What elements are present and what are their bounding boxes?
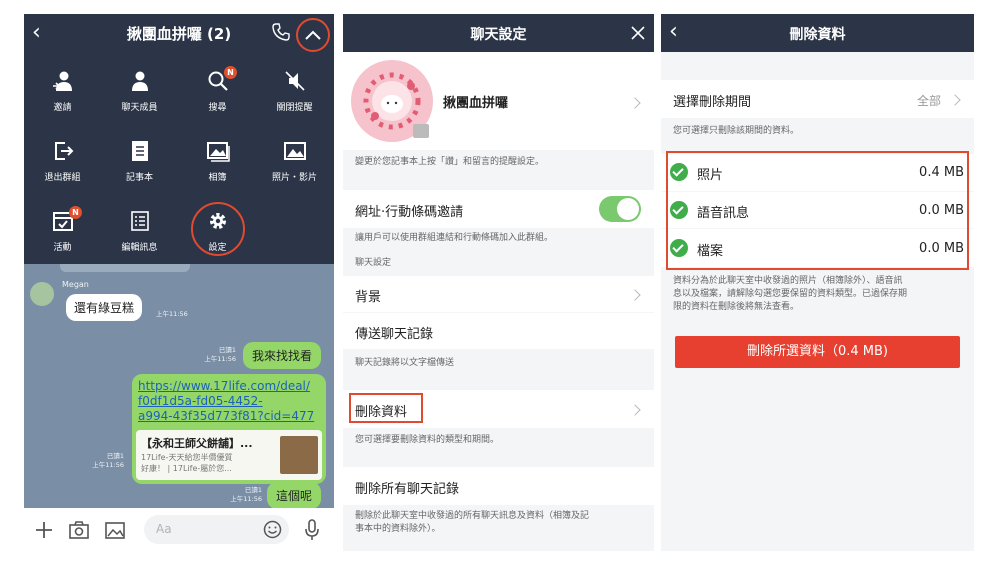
outgoing-message[interactable]: 這個呢	[267, 482, 322, 509]
avatar[interactable]	[30, 282, 54, 306]
settings-header: 聊天設定	[343, 14, 654, 52]
page-title: 刪除資料	[789, 27, 846, 43]
group-avatar[interactable]	[351, 60, 433, 142]
background-row[interactable]: 背景	[343, 276, 654, 312]
note-icon	[132, 141, 148, 161]
menu-item-notes[interactable]: 記事本	[101, 132, 178, 192]
link-preview-card[interactable]: 【永和王師父餅舖】... 17Life-天天給您半價優質 好康！ | 17Life…	[136, 430, 322, 480]
delete-data-screen: ‹ 刪除資料 選擇刪除期間 全部 您可選擇只刪除該期間的資料。 照片 0.4 M…	[661, 14, 974, 551]
menu-item-leave-group[interactable]: 退出群組	[24, 132, 101, 192]
menu-item-mute[interactable]: 關閉提醒	[256, 62, 333, 122]
photo-icon	[284, 142, 306, 160]
link-preview-message[interactable]: https://www.17life.com/deal/ f0df1d5a-fd…	[132, 374, 326, 484]
chat-messages: Megan 還有綠豆糕 上午11:56 已讀1 上午11:56 我來找找看 ht…	[24, 264, 334, 509]
delete-data-row[interactable]: 刪除資料	[343, 390, 654, 428]
read-receipt: 已讀1	[218, 346, 236, 354]
group-profile-row[interactable]: 揪團血拼囉	[343, 52, 654, 150]
background-label: 背景	[355, 290, 382, 305]
message-time: 上午11:56	[156, 310, 188, 318]
message-time: 上午11:56	[204, 355, 236, 363]
menu-item-invite[interactable]: 邀請	[24, 62, 101, 122]
highlight-circle	[191, 202, 245, 256]
deletion-period-row[interactable]: 選擇刪除期間 全部	[661, 80, 974, 118]
invite-icon	[53, 71, 72, 91]
card-title: 【永和王師父餅舖】...	[141, 437, 253, 450]
send-history-note: 聊天記錄將以文字檔傳送	[355, 358, 455, 368]
close-icon[interactable]	[631, 26, 645, 40]
chat-menu: 邀請 聊天成員 N 搜尋 關閉提醒 退出群組 記事本 相簿 照片・影片 N 活動…	[24, 52, 334, 264]
delete-all-note: 刪除於此聊天室中收發過的所有聊天訊息及資料（相簿及記 事本中的資料除外）。	[355, 511, 590, 534]
microphone-icon[interactable]	[303, 518, 321, 542]
card-description: 17Life-天天給您半價優質 好康！ | 17Life-屬於您...	[141, 453, 233, 473]
album-icon	[207, 142, 230, 162]
message-time: 上午11:56	[92, 461, 124, 469]
note-section: 變更於您記事本上按「讚」和留言的提醒設定。	[343, 150, 654, 190]
message-time: 上午11:56	[230, 495, 262, 503]
image-icon[interactable]	[104, 520, 126, 540]
menu-item-photos-videos[interactable]: 照片・影片	[256, 132, 333, 192]
menu-item-album[interactable]: 相簿	[179, 132, 256, 192]
sender-name: Megan	[62, 280, 89, 289]
outgoing-message[interactable]: 我來找找看	[243, 342, 322, 369]
mute-icon	[285, 71, 305, 91]
input-placeholder: Aa	[156, 522, 172, 536]
chevron-right-icon	[629, 289, 641, 301]
menu-item-edit-messages[interactable]: 編輯訊息	[101, 202, 178, 262]
send-history-row[interactable]: 傳送聊天記錄	[343, 313, 654, 349]
invite-toggle[interactable]	[599, 196, 641, 222]
shared-link[interactable]: https://www.17life.com/deal/ f0df1d5a-fd…	[138, 379, 314, 424]
card-thumbnail	[280, 436, 318, 474]
highlight-box	[666, 151, 969, 270]
invite-note: 讓用戶可以使用群組連結和行動條碼加入此群組。	[355, 233, 554, 243]
emoji-icon[interactable]	[263, 520, 282, 539]
section-header: 聊天設定	[355, 258, 392, 268]
deletion-period-value: 全部	[917, 94, 942, 108]
delete-data-note: 您可選擇要刪除資料的類型和期間。	[355, 435, 500, 445]
deletion-period-label: 選擇刪除期間	[673, 95, 752, 110]
notification-note: 變更於您記事本上按「讚」和留言的提醒設定。	[355, 157, 545, 167]
new-badge: N	[69, 206, 82, 219]
highlight-box	[349, 393, 423, 423]
read-receipt: 已讀1	[244, 486, 262, 494]
read-receipt: 已讀1	[106, 452, 124, 460]
phone-icon[interactable]	[271, 22, 291, 42]
message-input[interactable]: Aa	[144, 515, 289, 544]
send-history-label: 傳送聊天記錄	[355, 327, 434, 342]
chevron-up-icon	[305, 30, 321, 40]
url-qr-invite-label: 網址·行動條碼邀請	[355, 205, 464, 220]
menu-item-search[interactable]: N 搜尋	[179, 62, 256, 122]
menu-item-members[interactable]: 聊天成員	[101, 62, 178, 122]
chevron-right-icon	[629, 97, 641, 109]
members-icon	[132, 71, 148, 91]
url-qr-invite-row: 網址·行動條碼邀請	[343, 190, 654, 228]
chat-room-screen: ‹ 揪團血拼囉 (2) 邀請 聊天成員 N 搜尋 關閉提醒 退出群組 記事本 相…	[24, 14, 334, 551]
chat-settings-screen: 聊天設定 揪團血拼囉 變更於您記事本上按「讚」和留言的提醒設定。 網址·行動條碼…	[343, 14, 654, 551]
group-name: 揪團血拼囉	[443, 96, 509, 111]
chat-header: ‹ 揪團血拼囉 (2)	[24, 14, 334, 52]
incoming-message[interactable]: 還有綠豆糕	[66, 294, 143, 321]
edit-icon	[131, 211, 149, 231]
page-title: 聊天設定	[470, 27, 527, 43]
delete-all-history-row[interactable]: 刪除所有聊天記錄	[343, 467, 654, 505]
chevron-right-icon	[949, 94, 961, 106]
period-note: 您可選擇只刪除該期間的資料。	[673, 126, 800, 136]
camera-icon[interactable]	[68, 520, 90, 540]
message-input-bar: Aa	[24, 508, 334, 551]
new-badge: N	[224, 66, 237, 79]
camera-icon[interactable]	[413, 124, 429, 138]
collapse-menu-button[interactable]	[296, 18, 330, 52]
leave-icon	[55, 142, 74, 160]
delete-all-history-label: 刪除所有聊天記錄	[355, 482, 460, 497]
chevron-right-icon	[629, 404, 641, 416]
plus-icon[interactable]	[34, 520, 54, 540]
previous-message-fragment	[60, 264, 190, 272]
data-types-description: 資料分為於此聊天室中收發過的照片（相簿除外）、語音訊 息以及檔案，請解除勾選您要保…	[673, 276, 908, 312]
menu-item-events[interactable]: N 活動	[24, 202, 101, 262]
toggle-knob	[617, 198, 639, 220]
delete-data-header: ‹ 刪除資料	[661, 14, 974, 52]
delete-selected-button[interactable]: 刪除所選資料（0.4 MB)	[675, 336, 960, 368]
